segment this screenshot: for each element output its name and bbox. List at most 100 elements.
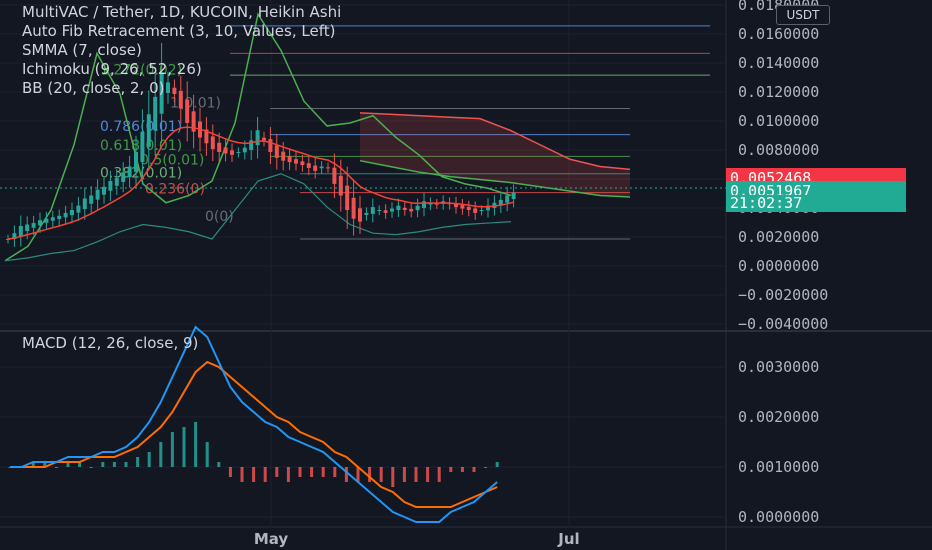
candle-body <box>262 137 266 141</box>
candle-body <box>31 223 36 228</box>
countdown-tag: 21:02:37 <box>726 195 906 212</box>
currency-unit-button[interactable]: USDT <box>776 5 830 25</box>
candle-body <box>370 207 375 214</box>
candle-body <box>57 215 62 219</box>
candle-body <box>268 139 273 152</box>
candle-body <box>377 210 382 211</box>
candle-body <box>134 152 138 172</box>
candle-body <box>121 172 126 182</box>
macd-histogram-bar <box>286 467 290 482</box>
candle-body <box>473 208 478 213</box>
candle-body <box>114 178 119 186</box>
macd-histogram-bar <box>240 467 244 482</box>
macd-tick-label: 0.0010000 <box>738 458 819 476</box>
macd-histogram-bar <box>437 467 441 482</box>
macd-histogram-bar <box>402 467 406 482</box>
candle-body <box>210 136 215 150</box>
candle-body <box>63 212 68 218</box>
candle-body <box>82 198 87 210</box>
ichimoku-indicator-legend[interactable]: Ichimoku (9, 26, 52, 26) <box>22 60 202 79</box>
candle-body <box>319 166 324 169</box>
candle-body <box>242 147 247 153</box>
macd-legend[interactable]: MACD (12, 26, close, 9) <box>22 334 198 352</box>
candle-body <box>396 205 401 211</box>
macd-tick-label: 0.0030000 <box>738 358 819 376</box>
candle-body <box>479 210 484 211</box>
candle-body <box>108 181 113 191</box>
macd-histogram-bar <box>321 467 325 477</box>
candle-body <box>255 130 260 146</box>
macd-histogram-bar <box>426 467 430 482</box>
macd-histogram-bar <box>54 467 58 468</box>
price-tick-label: 0.0100000 <box>738 112 819 130</box>
candle-body <box>313 165 318 171</box>
macd-histogram-bar <box>159 442 163 467</box>
candle-body <box>89 195 94 204</box>
candle-body <box>44 218 49 223</box>
candle-body <box>383 210 388 213</box>
time-tick-label: Jul <box>557 530 579 548</box>
macd-histogram-bar <box>414 467 418 482</box>
macd-histogram-bar <box>205 442 209 467</box>
candle-body <box>217 142 222 152</box>
candle-body <box>294 159 298 164</box>
candle-body <box>230 150 234 155</box>
candle-body <box>38 220 42 226</box>
candle-body <box>18 225 23 237</box>
candle-body <box>287 156 292 163</box>
macd-histogram-bar <box>124 462 128 467</box>
candle-body <box>409 208 414 212</box>
macd-histogram-bar <box>472 467 476 472</box>
price-tick-label: 0.0020000 <box>738 228 819 246</box>
candle-body <box>358 208 362 222</box>
macd-histogram-bar <box>89 467 93 468</box>
candle-body <box>146 114 151 147</box>
macd-tick-label: 0.0000000 <box>738 508 819 526</box>
candle-body <box>326 167 330 169</box>
fib-indicator-legend[interactable]: Auto Fib Retracement (3, 10, Values, Lef… <box>22 22 335 41</box>
macd-histogram-bar <box>182 427 186 467</box>
candle-body <box>185 99 190 123</box>
candle-body <box>300 161 305 166</box>
smma-indicator-legend[interactable]: SMMA (7, close) <box>22 41 142 60</box>
macd-tick-label: 0.0020000 <box>738 408 819 426</box>
macd-histogram-bar <box>263 467 267 482</box>
price-tick-label: 0.0080000 <box>738 141 819 159</box>
candle-body <box>76 205 81 213</box>
macd-histogram-bar <box>310 467 314 477</box>
candle-body <box>127 166 132 178</box>
macd-histogram-bar <box>217 462 221 467</box>
candle-body <box>281 151 286 161</box>
candle-body <box>70 210 74 216</box>
macd-histogram-bar <box>460 467 464 472</box>
price-tick-label: −0.0020000 <box>738 286 828 304</box>
macd-histogram-bar <box>275 467 279 477</box>
candle-body <box>178 90 183 109</box>
price-tick-label: −0.0040000 <box>738 315 828 333</box>
candle-body <box>351 197 356 219</box>
fib-level-label: 1(0.01) <box>170 96 221 112</box>
candle-body <box>338 175 343 196</box>
candle-body <box>25 224 30 232</box>
macd-histogram-bar <box>391 467 395 487</box>
macd-histogram-bar <box>170 432 174 467</box>
bb-indicator-legend[interactable]: BB (20, close, 2, 0) <box>22 79 164 98</box>
candle-body <box>140 131 145 162</box>
macd-histogram-bar <box>344 467 348 482</box>
candle-body <box>345 185 350 210</box>
candle-body <box>166 82 170 93</box>
price-tick-label: 0.0140000 <box>738 54 819 72</box>
fib-level-label: 0.236(0) <box>145 181 205 197</box>
macd-histogram-bar <box>101 462 105 467</box>
time-tick-label: May <box>254 530 289 548</box>
candle-body <box>223 147 228 154</box>
macd-histogram-bar <box>333 467 337 477</box>
macd-histogram-bar <box>495 462 499 467</box>
candle-body <box>50 217 55 221</box>
candle-body <box>460 205 465 209</box>
macd-histogram-bar <box>298 467 302 477</box>
candle-body <box>332 167 337 184</box>
price-tick-label: 0.0160000 <box>738 25 819 43</box>
candle-body <box>306 163 311 168</box>
candle-body <box>505 195 510 203</box>
